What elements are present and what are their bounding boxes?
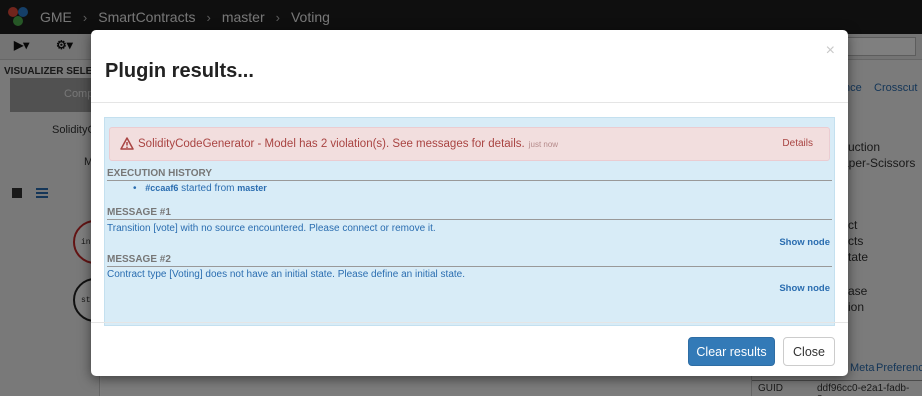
message-text: Transition [vote] with no source encount… xyxy=(107,223,436,234)
alert-message-text: SolidityCodeGenerator - Model has 2 viol… xyxy=(138,138,525,150)
message-heading: MESSAGE #2 xyxy=(107,254,832,267)
commit-hash-link[interactable]: #ccaaf6 xyxy=(145,183,178,193)
plugin-results-dialog: Plugin results... × SolidityCodeGenerato… xyxy=(91,30,848,376)
clear-results-button[interactable]: Clear results xyxy=(688,337,775,366)
error-alert: SolidityCodeGenerator - Model has 2 viol… xyxy=(109,127,830,161)
message-text: Contract type [Voting] does not have an … xyxy=(107,269,466,280)
bullet: • xyxy=(133,183,137,194)
dialog-footer: Clear results Close xyxy=(91,322,848,376)
dialog-header: Plugin results... × xyxy=(91,30,848,103)
branch-link[interactable]: master xyxy=(237,183,267,193)
alert-message: SolidityCodeGenerator - Model has 2 viol… xyxy=(138,138,558,150)
details-link[interactable]: Details xyxy=(782,138,813,149)
warning-icon xyxy=(120,137,134,150)
show-node-link[interactable]: Show node xyxy=(779,237,830,248)
plugin-result-panel: SolidityCodeGenerator - Model has 2 viol… xyxy=(104,117,835,326)
alert-timestamp: just now xyxy=(528,140,559,149)
history-text: started from xyxy=(181,183,235,194)
execution-history-heading: EXECUTION HISTORY xyxy=(107,168,832,181)
dialog-title: Plugin results... xyxy=(105,60,254,82)
close-button[interactable]: Close xyxy=(783,337,835,366)
close-icon[interactable]: × xyxy=(826,42,835,60)
show-node-link[interactable]: Show node xyxy=(779,283,830,294)
history-entry: • #ccaaf6 started from master xyxy=(133,183,267,194)
message-heading: MESSAGE #1 xyxy=(107,207,832,220)
